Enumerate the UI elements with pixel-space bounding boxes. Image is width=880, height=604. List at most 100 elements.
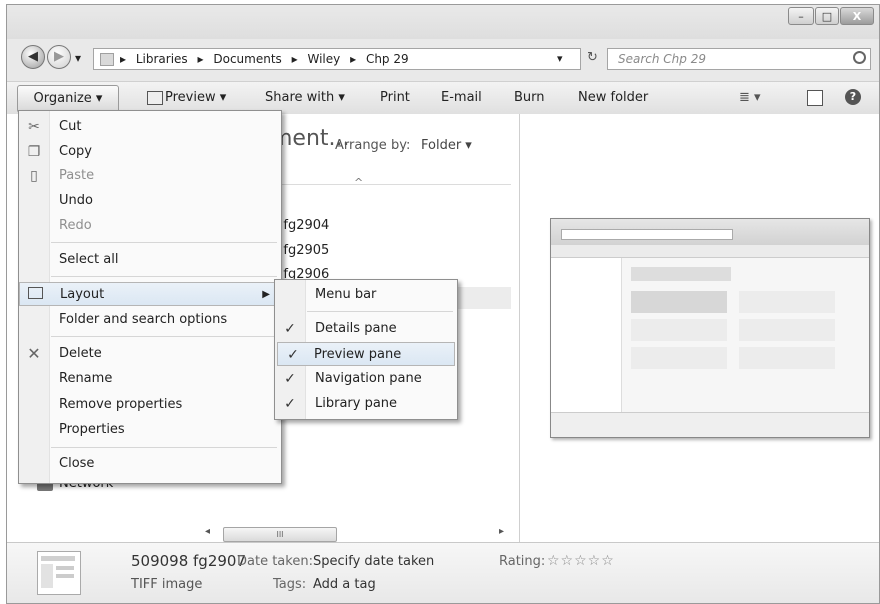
paste-icon: ▯	[30, 168, 38, 184]
breadcrumb-chp29[interactable]: Chp 29	[366, 52, 409, 66]
checkmark-icon: ✓	[284, 371, 296, 387]
checkmark-icon: ✓	[284, 396, 296, 412]
horizontal-scrollbar[interactable]: ◂ III ▸	[205, 526, 509, 542]
thumbnail-item	[631, 319, 727, 341]
menu-separator	[307, 311, 453, 312]
breadcrumb-separator: ▸	[120, 52, 127, 66]
menu-item-undo[interactable]: Undo	[19, 189, 281, 213]
copy-icon: ❐	[27, 144, 41, 160]
menu-label: Cut	[59, 119, 82, 134]
arrange-by-label: Arrange by:	[335, 138, 411, 153]
burn-button[interactable]: Burn	[514, 82, 545, 114]
back-arrow-icon: ◀	[28, 49, 38, 64]
tags-label: Tags:	[273, 577, 307, 592]
help-icon[interactable]: ?	[845, 89, 861, 105]
rating-stars-icon[interactable]: ☆☆☆☆☆	[547, 553, 615, 569]
title-bar: – □ X	[7, 5, 879, 39]
breadcrumb-separator: ▸	[291, 52, 298, 66]
menu-item-paste[interactable]: ▯ Paste	[19, 164, 281, 188]
preview-pane	[519, 114, 879, 543]
breadcrumb-libraries[interactable]: Libraries	[136, 52, 188, 66]
checkmark-icon: ✓	[287, 347, 299, 363]
minimize-button[interactable]: –	[788, 7, 814, 25]
scrollbar-thumb[interactable]: III	[223, 527, 337, 542]
refresh-icon[interactable]: ↻	[587, 50, 598, 65]
menu-item-select-all[interactable]: Select all	[19, 248, 281, 272]
menu-label: Library pane	[315, 396, 398, 411]
menu-item-rename[interactable]: Rename	[19, 367, 281, 391]
breadcrumb-wiley[interactable]: Wiley	[307, 52, 340, 66]
address-bar[interactable]: ▸ Libraries ▸ Documents ▸ Wiley ▸ Chp 29…	[93, 48, 581, 70]
menu-label: Details pane	[315, 321, 397, 336]
breadcrumb-documents[interactable]: Documents	[213, 52, 281, 66]
new-folder-button[interactable]: New folder	[578, 82, 648, 114]
menu-item-folder-options[interactable]: Folder and search options	[19, 308, 281, 332]
scroll-left-icon[interactable]: ◂	[205, 526, 210, 537]
date-taken-value[interactable]: Specify date taken	[313, 554, 434, 569]
menu-item-close[interactable]: Close	[19, 452, 281, 476]
scroll-right-icon[interactable]: ▸	[499, 526, 504, 537]
menu-item-layout[interactable]: Layout ▶	[19, 282, 281, 306]
menu-item-copy[interactable]: ❐ Copy	[19, 140, 281, 164]
menu-item-cut[interactable]: ✂ Cut	[19, 115, 281, 139]
address-dropdown-icon[interactable]: ▾	[557, 49, 563, 69]
menu-item-remove-properties[interactable]: Remove properties	[19, 393, 281, 417]
thumbnail-details	[551, 412, 869, 437]
search-input[interactable]: Search Chp 29	[607, 48, 871, 70]
breadcrumb-separator: ▸	[350, 52, 357, 66]
rating-label: Rating:	[499, 554, 546, 569]
checkmark-icon: ✓	[284, 321, 296, 337]
menu-label: Folder and search options	[59, 312, 228, 327]
menu-label: Undo	[59, 193, 93, 208]
search-icon	[853, 51, 866, 64]
menu-label: Rename	[59, 371, 113, 386]
forward-button[interactable]: ▶	[47, 45, 71, 69]
menu-item-redo[interactable]: Redo	[19, 214, 281, 238]
recent-pages-chevron-icon[interactable]: ▾	[75, 51, 81, 65]
sort-arrow-icon[interactable]: ^	[354, 176, 363, 189]
breadcrumb-separator: ▸	[197, 52, 204, 66]
submenu-item-preview-pane[interactable]: ✓ Preview pane	[277, 342, 455, 366]
thumbnail-nav	[551, 258, 622, 413]
menu-separator	[51, 276, 277, 277]
details-filename: 509098 fg2907	[131, 552, 247, 570]
delete-x-icon: ✕	[27, 344, 41, 363]
arrange-by-dropdown[interactable]: Folder ▾	[421, 138, 472, 153]
back-button[interactable]: ◀	[21, 45, 45, 69]
column-header	[273, 184, 511, 185]
organize-menu: ✂ Cut ❐ Copy ▯ Paste Undo Redo Select all L…	[18, 110, 282, 484]
preview-app-icon	[147, 91, 163, 105]
submenu-item-details-pane[interactable]: ✓ Details pane	[275, 317, 457, 341]
thumbnail-item	[739, 319, 835, 341]
address-row: ◀ ▶ ▾ ▸ Libraries ▸ Documents ▸ Wiley ▸ …	[7, 39, 879, 75]
menu-label: Close	[59, 456, 95, 471]
breadcrumb: ▸ Libraries ▸ Documents ▸ Wiley ▸ Chp 29	[120, 49, 415, 69]
menu-label: Copy	[59, 144, 92, 159]
menu-label: Navigation pane	[315, 371, 422, 386]
forward-arrow-icon: ▶	[54, 49, 64, 64]
menu-item-delete[interactable]: ✕ Delete	[19, 342, 281, 366]
file-thumbnail-icon	[37, 551, 81, 595]
preview-thumbnail-image	[550, 218, 870, 438]
menu-label: Paste	[59, 168, 95, 183]
menu-label: Properties	[59, 422, 125, 437]
print-button[interactable]: Print	[380, 82, 410, 114]
close-window-button[interactable]: X	[840, 7, 874, 25]
preview-pane-toggle-icon[interactable]	[807, 90, 823, 106]
menu-item-properties[interactable]: Properties	[19, 418, 281, 442]
maximize-button[interactable]: □	[815, 7, 839, 25]
tags-value[interactable]: Add a tag	[313, 577, 376, 592]
thumbnail-item	[631, 291, 727, 313]
menu-separator	[51, 447, 277, 448]
submenu-item-library-pane[interactable]: ✓ Library pane	[275, 392, 457, 416]
change-view-button[interactable]: ≣ ▾	[739, 82, 761, 114]
organize-button[interactable]: Organize ▾	[17, 85, 119, 113]
submenu-item-navigation-pane[interactable]: ✓ Navigation pane	[275, 367, 457, 391]
menu-label: Remove properties	[59, 397, 183, 412]
email-button[interactable]: E-mail	[441, 82, 482, 114]
submenu-arrow-icon: ▶	[262, 289, 270, 300]
submenu-item-menu-bar[interactable]: Menu bar	[275, 283, 457, 307]
menu-label: Select all	[59, 252, 119, 267]
menu-separator	[51, 242, 277, 243]
folder-icon	[100, 53, 114, 66]
